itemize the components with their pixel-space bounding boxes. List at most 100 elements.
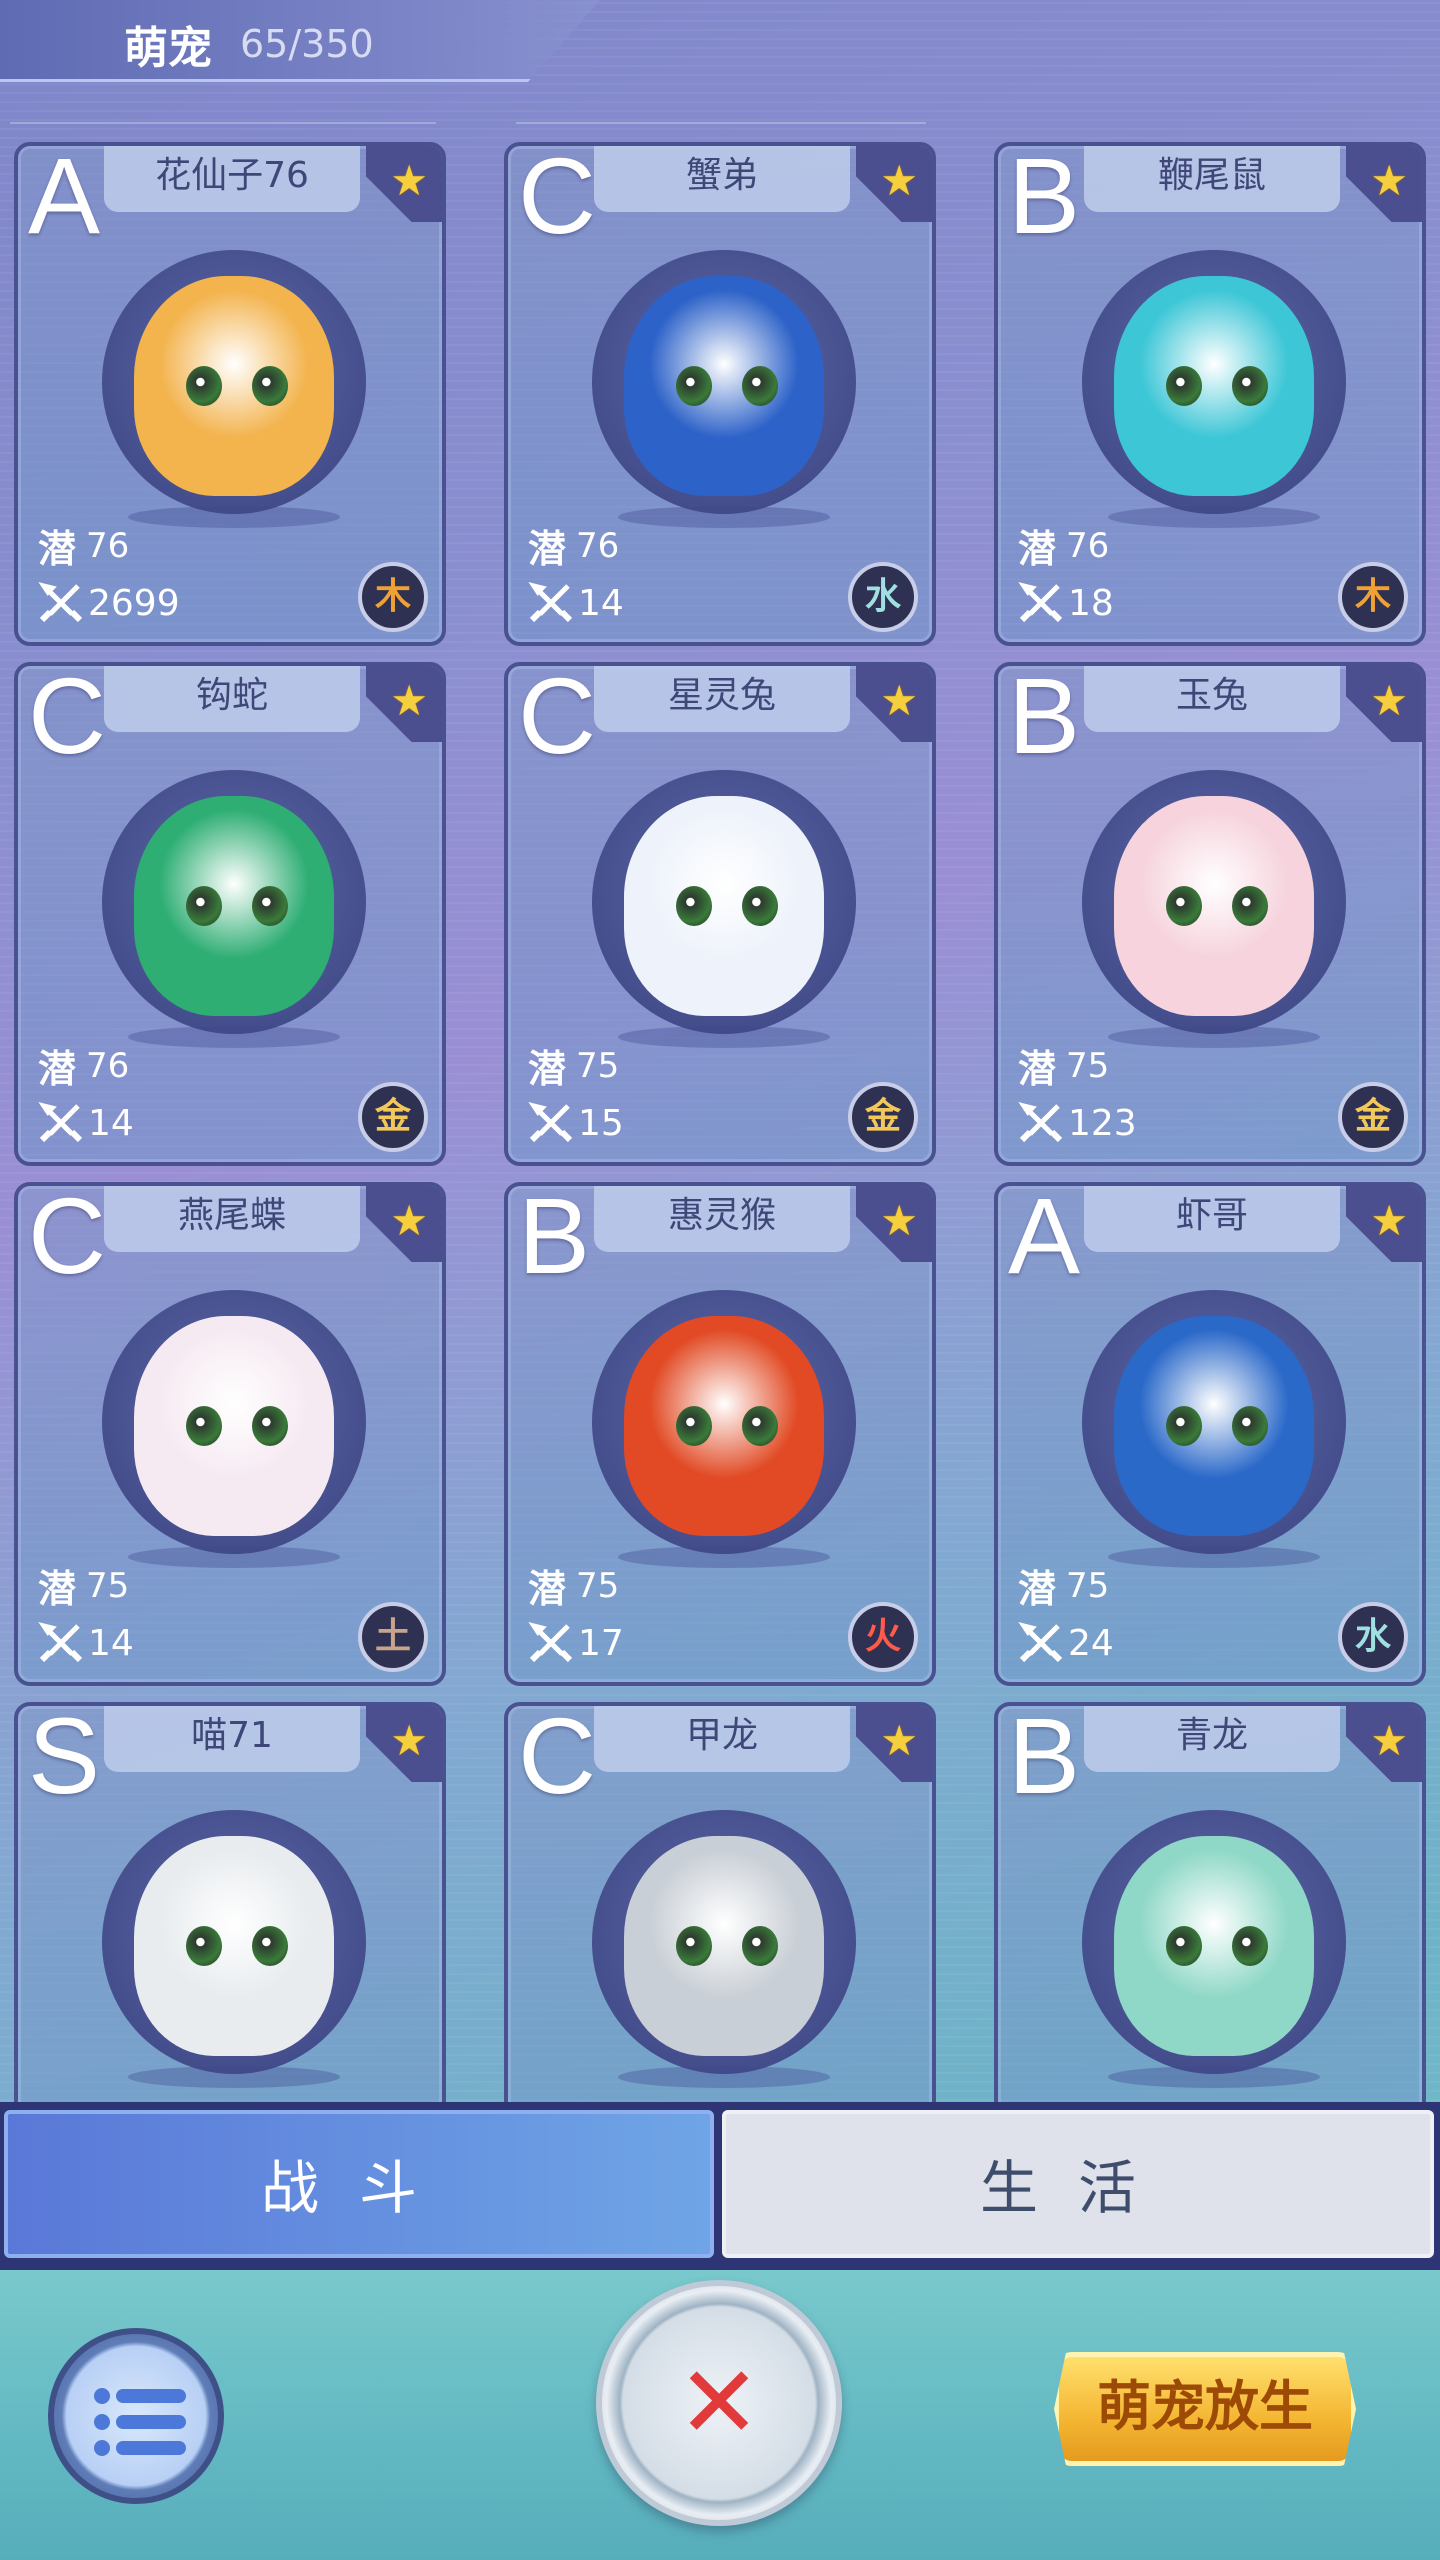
portrait-shadow <box>128 506 340 528</box>
potential-row: 潜 76 <box>38 518 129 573</box>
potential-row: 潜 75 <box>1018 1558 1109 1613</box>
star-icon[interactable]: ★ <box>1370 1196 1408 1245</box>
potential-row: 潜 75 <box>1018 1038 1109 1093</box>
star-icon[interactable]: ★ <box>390 156 428 205</box>
power-value: 123 <box>1068 1102 1137 1144</box>
pet-card[interactable]: C 燕尾蝶 ★ 潜 75 14 土 <box>14 1182 446 1686</box>
element-badge: 金 <box>848 1082 918 1152</box>
power-row: 18 <box>1018 580 1114 626</box>
crossed-swords-icon <box>528 582 573 623</box>
potential-row: 潜 75 <box>528 1038 619 1093</box>
pet-grade: S <box>28 1702 101 1816</box>
portrait-shadow <box>1108 1026 1320 1048</box>
crossed-swords-icon <box>38 1622 83 1663</box>
power-row: 14 <box>528 580 624 626</box>
power-value: 14 <box>88 1102 134 1144</box>
pet-card[interactable]: C 钩蛇 ★ 潜 76 14 金 <box>14 662 446 1166</box>
pet-portrait <box>102 250 366 514</box>
star-icon[interactable]: ★ <box>1370 676 1408 725</box>
close-button[interactable]: ✕ <box>596 2280 842 2526</box>
pet-portrait <box>102 1290 366 1554</box>
star-icon[interactable]: ★ <box>880 156 918 205</box>
pet-name: 喵71 <box>104 1706 360 1772</box>
portrait-shadow <box>618 506 830 528</box>
crossed-swords-icon <box>38 582 83 623</box>
portrait-shadow <box>1108 506 1320 528</box>
portrait-shadow <box>618 2066 830 2088</box>
portrait-shadow <box>618 1546 830 1568</box>
crossed-swords-icon <box>38 1102 83 1143</box>
power-row: 17 <box>528 1620 624 1666</box>
pet-card[interactable]: S 喵71 ★ <box>14 1702 446 2102</box>
potential-icon: 潜 <box>38 527 77 571</box>
potential-icon: 潜 <box>1018 1047 1057 1091</box>
star-icon[interactable]: ★ <box>1370 156 1408 205</box>
power-row: 15 <box>528 1100 624 1146</box>
potential-value: 76 <box>86 1045 130 1086</box>
release-pet-button[interactable]: 萌宠放生 <box>1054 2352 1356 2466</box>
element-badge: 金 <box>358 1082 428 1152</box>
pet-portrait <box>1082 250 1346 514</box>
potential-icon: 潜 <box>38 1047 77 1091</box>
power-row: 123 <box>1018 1100 1137 1146</box>
pet-card[interactable]: B 玉兔 ★ 潜 75 123 金 <box>994 662 1426 1166</box>
crossed-swords-icon <box>1018 1622 1063 1663</box>
pet-grade: A <box>28 142 101 256</box>
star-icon[interactable]: ★ <box>390 1196 428 1245</box>
pet-grade: B <box>1008 1702 1081 1816</box>
pet-card[interactable]: C 蟹弟 ★ 潜 76 14 水 <box>504 142 936 646</box>
pet-portrait <box>1082 1810 1346 2074</box>
pet-card[interactable]: A 虾哥 ★ 潜 75 24 水 <box>994 1182 1426 1686</box>
pet-grade: B <box>518 1182 591 1296</box>
portrait-shadow <box>128 1546 340 1568</box>
pet-name: 花仙子76 <box>104 146 360 212</box>
pet-name: 青龙 <box>1084 1706 1340 1772</box>
header-banner: 萌宠 65/350 <box>0 0 600 82</box>
pet-name: 蟹弟 <box>594 146 850 212</box>
star-icon[interactable]: ★ <box>1370 1716 1408 1765</box>
star-icon[interactable]: ★ <box>390 676 428 725</box>
potential-icon: 潜 <box>38 1567 77 1611</box>
potential-icon: 潜 <box>1018 527 1057 571</box>
tab-life[interactable]: 生活 <box>722 2110 1434 2258</box>
menu-list-button[interactable] <box>48 2328 224 2504</box>
tab-battle[interactable]: 战斗 <box>4 2110 714 2258</box>
pet-grade: C <box>518 662 596 776</box>
pet-grade: C <box>28 662 106 776</box>
pet-name: 鞭尾鼠 <box>1084 146 1340 212</box>
pet-name: 星灵兔 <box>594 666 850 732</box>
potential-icon: 潜 <box>1018 1567 1057 1611</box>
potential-row: 潜 75 <box>38 1558 129 1613</box>
power-value: 15 <box>578 1102 624 1144</box>
pet-card[interactable]: B 鞭尾鼠 ★ 潜 76 18 木 <box>994 142 1426 646</box>
star-icon[interactable]: ★ <box>880 1196 918 1245</box>
pet-grid[interactable]: A 花仙子76 ★ 潜 76 2699 木 C 蟹弟 ★ 潜 76 14 水 B… <box>14 142 1426 2102</box>
pet-card[interactable]: C 星灵兔 ★ 潜 75 15 金 <box>504 662 936 1166</box>
potential-value: 76 <box>86 525 130 566</box>
pet-card[interactable]: B 青龙 ★ <box>994 1702 1426 2102</box>
star-icon[interactable]: ★ <box>390 1716 428 1765</box>
bottom-bar: ✕ 萌宠放生 <box>0 2270 1440 2560</box>
power-row: 2699 <box>38 580 180 626</box>
power-value: 14 <box>578 582 624 624</box>
pet-count: 65/350 <box>240 22 374 66</box>
element-badge: 木 <box>1338 562 1408 632</box>
tab-bar: 战斗 生活 <box>0 2102 1440 2270</box>
pet-grade: C <box>518 142 596 256</box>
power-value: 17 <box>578 1622 624 1664</box>
pet-card[interactable]: C 甲龙 ★ <box>504 1702 936 2102</box>
pet-grade: B <box>1008 662 1081 776</box>
power-value: 24 <box>1068 1622 1114 1664</box>
crossed-swords-icon <box>528 1102 573 1143</box>
potential-value: 75 <box>1066 1045 1110 1086</box>
star-icon[interactable]: ★ <box>880 676 918 725</box>
pet-card[interactable]: B 惠灵猴 ★ 潜 75 17 火 <box>504 1182 936 1686</box>
potential-row: 潜 76 <box>38 1038 129 1093</box>
pet-grade: C <box>518 1702 596 1816</box>
pet-portrait <box>592 1810 856 2074</box>
pet-card[interactable]: A 花仙子76 ★ 潜 76 2699 木 <box>14 142 446 646</box>
potential-row: 潜 75 <box>528 1558 619 1613</box>
pet-name: 虾哥 <box>1084 1186 1340 1252</box>
star-icon[interactable]: ★ <box>880 1716 918 1765</box>
pet-grade: B <box>1008 142 1081 256</box>
